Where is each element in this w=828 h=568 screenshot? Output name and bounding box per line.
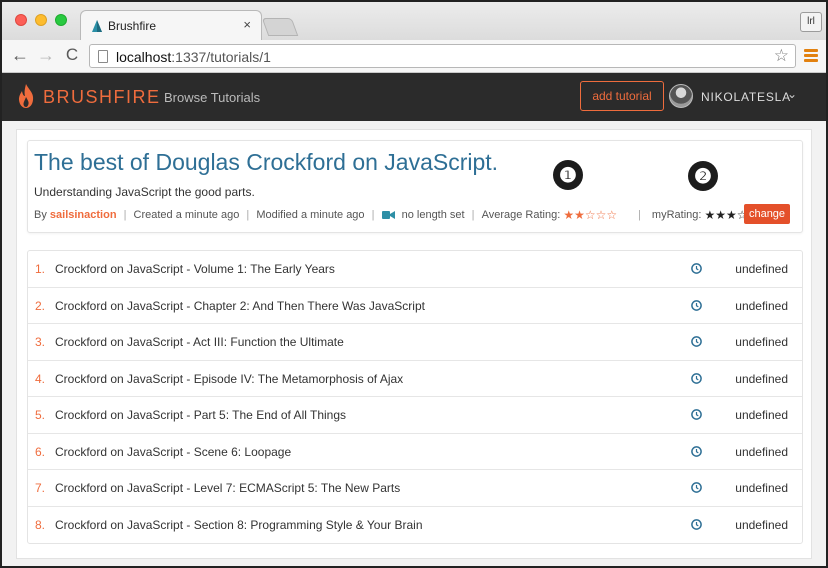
separator: | — [471, 209, 475, 221]
video-length: undefined — [735, 408, 788, 422]
my-rating: | myRating: ★★★☆☆ — [638, 208, 758, 222]
add-tutorial-button[interactable]: add tutorial — [580, 81, 664, 111]
clock-icon — [691, 336, 702, 347]
page-icon — [98, 50, 108, 63]
video-length: undefined — [735, 262, 788, 276]
forward-arrow-icon[interactable]: → — [36, 45, 56, 65]
brand-name[interactable]: BRUSHFIRE — [43, 87, 161, 108]
url-host: localhost — [116, 49, 172, 65]
created-text: Created a minute ago — [133, 209, 240, 221]
list-item[interactable]: 7. Crockford on JavaScript - Level 7: ECM… — [28, 470, 802, 507]
flame-logo-icon[interactable] — [17, 83, 35, 109]
brushfire-favicon-icon — [92, 20, 102, 32]
callout-number: ❶ — [559, 163, 577, 187]
url-path: :1337/tutorials/1 — [171, 49, 271, 65]
bookmark-star-icon[interactable]: ☆ — [774, 46, 789, 66]
back-arrow-icon[interactable]: ← — [10, 45, 30, 65]
video-title[interactable]: Crockford on JavaScript - Act III: Funct… — [55, 335, 344, 349]
clock-icon — [691, 263, 702, 274]
video-number: 5. — [35, 408, 46, 422]
owner-link[interactable]: sailsinaction — [50, 209, 117, 221]
by-label: By — [34, 209, 47, 221]
avatar[interactable] — [669, 84, 693, 108]
browser-toolbar: ← → C localhost:1337/tutorials/1 ☆ — [2, 40, 826, 73]
clock-icon — [691, 409, 702, 420]
video-length: undefined — [735, 298, 788, 313]
browse-tutorials-link[interactable]: Browse Tutorials — [164, 90, 260, 105]
separator: | — [123, 209, 127, 221]
page-container: The best of Douglas Crockford on JavaScr… — [16, 129, 812, 559]
clock-icon — [691, 518, 702, 530]
browser-tab[interactable]: Brushfire × — [80, 10, 262, 41]
list-item[interactable]: 4. Crockford on JavaScript - Episode IV: … — [28, 361, 802, 397]
tab-strip: Brushfire × lrl — [2, 2, 826, 41]
chevron-down-icon[interactable]: ⌄ — [787, 87, 797, 101]
tutorial-description: Understanding JavaScript the good parts. — [34, 185, 255, 199]
video-title[interactable]: Crockford on JavaScript - Section 8: Pro… — [55, 518, 423, 532]
video-number: 1. — [35, 262, 46, 276]
video-title[interactable]: Crockford on JavaScript - Part 5: The En… — [55, 408, 346, 422]
video-camera-icon — [381, 211, 395, 219]
video-number: 3. — [35, 335, 46, 349]
separator: | — [638, 209, 641, 221]
minimize-window-button[interactable] — [35, 14, 47, 26]
maximize-window-button[interactable] — [55, 14, 67, 26]
clock-icon — [691, 372, 702, 384]
video-number: 4. — [35, 371, 46, 386]
tab-title: Brushfire — [108, 19, 157, 33]
video-title[interactable]: Crockford on JavaScript - Episode IV: Th… — [55, 372, 403, 386]
browser-menu-icon[interactable] — [804, 49, 818, 62]
video-number: 2. — [35, 298, 46, 313]
list-item[interactable]: 3. Crockford on JavaScript - Act III: Fun… — [28, 324, 802, 361]
page-content: The best of Douglas Crockford on JavaScr… — [2, 121, 826, 566]
tutorial-title: The best of Douglas Crockford on JavaScr… — [34, 149, 499, 175]
video-title[interactable]: Crockford on JavaScript - Chapter 2: And… — [55, 299, 425, 313]
video-number: 7. — [35, 481, 46, 495]
list-item[interactable]: 2. Crockford on JavaScript - Chapter 2: A… — [28, 288, 802, 324]
video-length: undefined — [735, 335, 788, 349]
callout-marker-2: ❷ — [688, 161, 718, 191]
length-text: no length set — [401, 209, 465, 221]
username[interactable]: NIKOLATESLA — [701, 90, 791, 104]
new-tab-button[interactable] — [261, 18, 299, 36]
list-item[interactable]: 1. Crockford on JavaScript - Volume 1: Th… — [28, 251, 802, 288]
list-item[interactable]: 6. Crockford on JavaScript - Scene 6: Loo… — [28, 434, 802, 470]
callout-number: ❷ — [694, 164, 712, 188]
tutorial-details-card: The best of Douglas Crockford on JavaScr… — [27, 140, 803, 233]
tutorial-meta: By sailsinaction | Created a minute ago … — [34, 208, 617, 222]
video-length: undefined — [735, 371, 788, 386]
list-item[interactable]: 5. Crockford on JavaScript - Part 5: The … — [28, 397, 802, 434]
video-length: undefined — [735, 481, 788, 495]
browser-window: Brushfire × lrl ← → C localhost:1337/tut… — [0, 0, 828, 568]
average-rating-label: Average Rating: — [481, 209, 561, 221]
video-title[interactable]: Crockford on JavaScript - Scene 6: Loopa… — [55, 445, 291, 459]
tab-close-icon[interactable]: × — [243, 17, 251, 32]
close-window-button[interactable] — [15, 14, 27, 26]
url-text[interactable]: localhost:1337/tutorials/1 — [116, 49, 271, 65]
my-rating-label: myRating: — [651, 209, 702, 221]
separator: | — [371, 209, 375, 221]
average-rating-stars: ★★☆☆☆ — [563, 208, 618, 222]
clock-icon — [691, 445, 702, 457]
separator: | — [246, 209, 250, 221]
video-length: undefined — [735, 444, 788, 459]
reload-icon[interactable]: C — [62, 45, 82, 65]
modified-text: Modified a minute ago — [256, 209, 365, 221]
address-bar[interactable]: localhost:1337/tutorials/1 ☆ — [89, 44, 796, 68]
list-item[interactable]: 8. Crockford on JavaScript - Section 8: P… — [28, 507, 802, 544]
profile-button[interactable]: lrl — [800, 12, 822, 32]
video-title[interactable]: Crockford on JavaScript - Volume 1: The … — [55, 262, 335, 276]
video-title[interactable]: Crockford on JavaScript - Level 7: ECMAS… — [55, 481, 400, 495]
clock-icon — [691, 299, 702, 311]
clock-icon — [691, 482, 702, 493]
callout-marker-1: ❶ — [553, 160, 583, 190]
video-number: 6. — [35, 444, 46, 459]
video-number: 8. — [35, 517, 46, 532]
change-rating-button[interactable]: change — [744, 204, 790, 224]
video-list: 1. Crockford on JavaScript - Volume 1: Th… — [27, 250, 803, 544]
app-navbar: BRUSHFIRE Browse Tutorials add tutorial … — [2, 73, 826, 121]
video-length: undefined — [735, 517, 788, 532]
